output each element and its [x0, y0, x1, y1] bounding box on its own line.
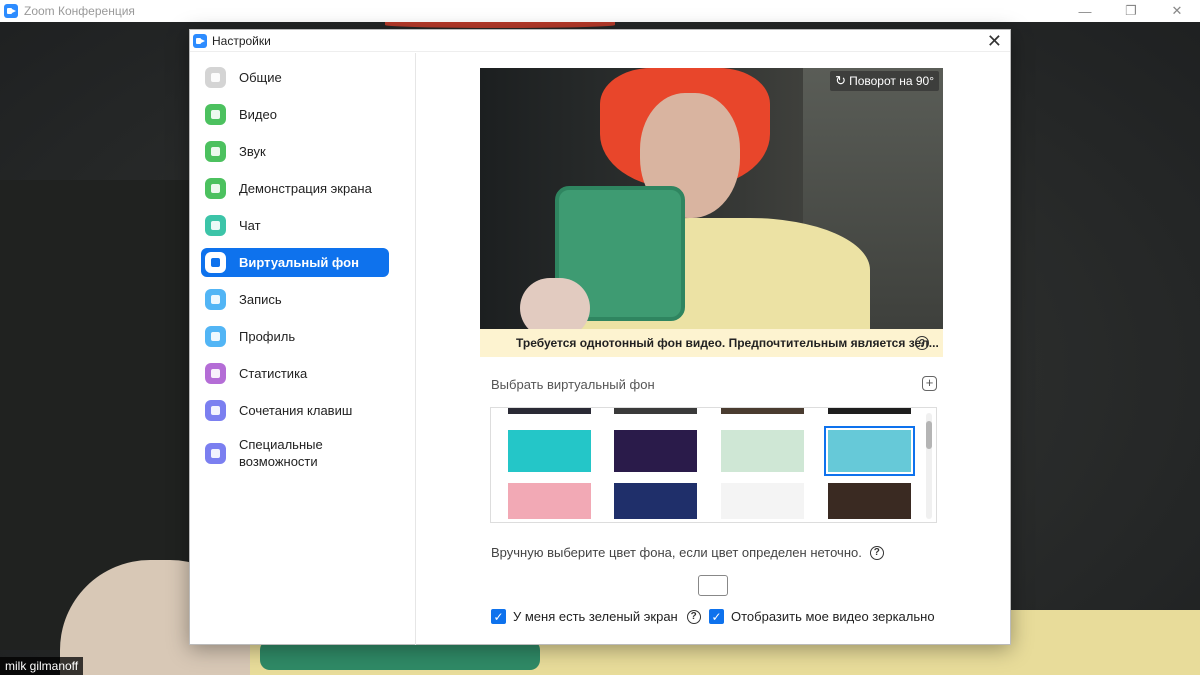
settings-titlebar: Настройки ✕ — [190, 30, 1010, 52]
sidebar-item-accessibility[interactable]: Специальные возможности — [201, 433, 389, 473]
gear-icon — [205, 67, 226, 88]
sidebar-item-audio[interactable]: Звук — [201, 137, 389, 166]
video-icon — [205, 104, 226, 125]
profile-icon — [205, 326, 226, 347]
rotate-icon: ↻ — [835, 73, 847, 88]
virtual-background-icon — [205, 252, 226, 273]
window-controls: — ❐ ✕ — [1062, 0, 1200, 22]
green-screen-option: ✓ У меня есть зеленый экран ? — [491, 609, 701, 624]
mirror-video-option: ✓ Отобразить мое видео зеркально — [709, 609, 935, 624]
minimize-button[interactable]: — — [1062, 0, 1108, 22]
meeting-window-title: Zoom Конференция — [24, 4, 135, 18]
accessibility-icon — [205, 442, 226, 464]
settings-dialog: Настройки ✕ Общие Видео Звук Демонстраци… — [189, 29, 1011, 645]
sidebar-item-label: Профиль — [239, 329, 296, 344]
share-screen-icon — [205, 178, 226, 199]
sidebar-item-label: Виртуальный фон — [239, 255, 359, 270]
thumb-lasers[interactable] — [614, 430, 697, 472]
rotate-button[interactable]: ↻ Поворот на 90° — [830, 71, 939, 91]
green-screen-label: У меня есть зеленый экран — [513, 609, 678, 624]
help-icon[interactable]: ? — [915, 336, 929, 350]
gallery-scrollbar[interactable] — [926, 413, 932, 519]
help-icon[interactable]: ? — [686, 609, 701, 624]
thumb-nebula[interactable] — [614, 483, 697, 519]
video-preview: ↻ Поворот на 90° — [480, 68, 943, 329]
close-icon[interactable]: ✕ — [987, 32, 1002, 50]
sidebar-item-label: Запись — [239, 292, 282, 307]
sidebar-item-profile[interactable]: Профиль — [201, 322, 389, 351]
sidebar-item-label: Специальные возможности — [239, 437, 323, 469]
add-background-button[interactable]: + — [922, 376, 937, 391]
rotate-label: Поворот на 90° — [849, 74, 934, 88]
thumb-dark-2[interactable] — [614, 408, 697, 414]
mirror-video-checkbox[interactable]: ✓ — [709, 609, 724, 624]
choose-background-label: Выбрать виртуальный фон — [491, 377, 655, 392]
keyboard-icon — [205, 400, 226, 421]
sidebar-item-label: Звук — [239, 144, 266, 159]
sidebar-item-statistics[interactable]: Статистика — [201, 359, 389, 388]
sidebar-item-label: Общие — [239, 70, 282, 85]
thumb-dark-3[interactable] — [721, 408, 804, 414]
video-hair — [385, 22, 615, 28]
meeting-titlebar: Zoom Конференция — ❐ ✕ — [0, 0, 1200, 22]
background-gallery — [490, 407, 937, 523]
thumb-dark-4[interactable] — [828, 408, 911, 414]
thumb-pizza[interactable] — [508, 430, 591, 472]
thumb-leaves[interactable] — [721, 430, 804, 472]
preview-hand — [520, 278, 590, 329]
sidebar-item-label: Чат — [239, 218, 261, 233]
manual-color-row: Вручную выберите цвет фона, если цвет оп… — [491, 545, 884, 560]
sidebar-item-share-screen[interactable]: Демонстрация экрана — [201, 174, 389, 203]
mirror-video-label: Отобразить мое видео зеркально — [731, 609, 935, 624]
manual-color-text: Вручную выберите цвет фона, если цвет оп… — [491, 545, 862, 560]
sidebar-item-label: Статистика — [239, 366, 308, 381]
settings-title: Настройки — [212, 33, 271, 48]
zoom-app-icon — [4, 4, 18, 18]
chat-icon — [205, 215, 226, 236]
sidebar-item-keyboard-shortcuts[interactable]: Сочетания клавиш — [201, 396, 389, 425]
sidebar-item-chat[interactable]: Чат — [201, 211, 389, 240]
zoom-settings-icon — [193, 33, 207, 48]
thumb-dark-1[interactable] — [508, 408, 591, 414]
thumb-tunnel[interactable] — [828, 483, 911, 519]
sidebar-item-recording[interactable]: Запись — [201, 285, 389, 314]
sidebar-item-label: Видео — [239, 107, 277, 122]
background-color-picker[interactable] — [698, 575, 728, 596]
thumb-icons[interactable] — [721, 483, 804, 519]
settings-sidebar: Общие Видео Звук Демонстрация экрана Чат… — [190, 53, 416, 645]
thumb-dogs[interactable] — [824, 426, 915, 476]
virtual-background-panel: ↻ Поворот на 90° Требуется однотонный фо… — [417, 53, 1011, 645]
sidebar-item-virtual-background[interactable]: Виртуальный фон — [201, 248, 389, 277]
sidebar-item-general[interactable]: Общие — [201, 63, 389, 92]
sidebar-item-video[interactable]: Видео — [201, 100, 389, 129]
restore-button[interactable]: ❐ — [1108, 0, 1154, 22]
participant-name-tag: milk gilmanoff — [0, 657, 84, 675]
close-window-button[interactable]: ✕ — [1154, 0, 1200, 22]
green-screen-checkbox[interactable]: ✓ — [491, 609, 506, 624]
warning-text: Требуется однотонный фон видео. Предпочт… — [516, 336, 939, 350]
record-icon — [205, 289, 226, 310]
help-icon[interactable]: ? — [869, 545, 884, 560]
sidebar-item-label: Демонстрация экрана — [239, 181, 372, 196]
headphones-icon — [205, 141, 226, 162]
thumb-pets[interactable] — [508, 483, 591, 519]
green-screen-warning: Требуется однотонный фон видео. Предпочт… — [480, 329, 943, 357]
gallery-scroll-thumb[interactable] — [926, 421, 932, 449]
sidebar-item-label: Сочетания клавиш — [239, 403, 353, 418]
statistics-icon — [205, 363, 226, 384]
